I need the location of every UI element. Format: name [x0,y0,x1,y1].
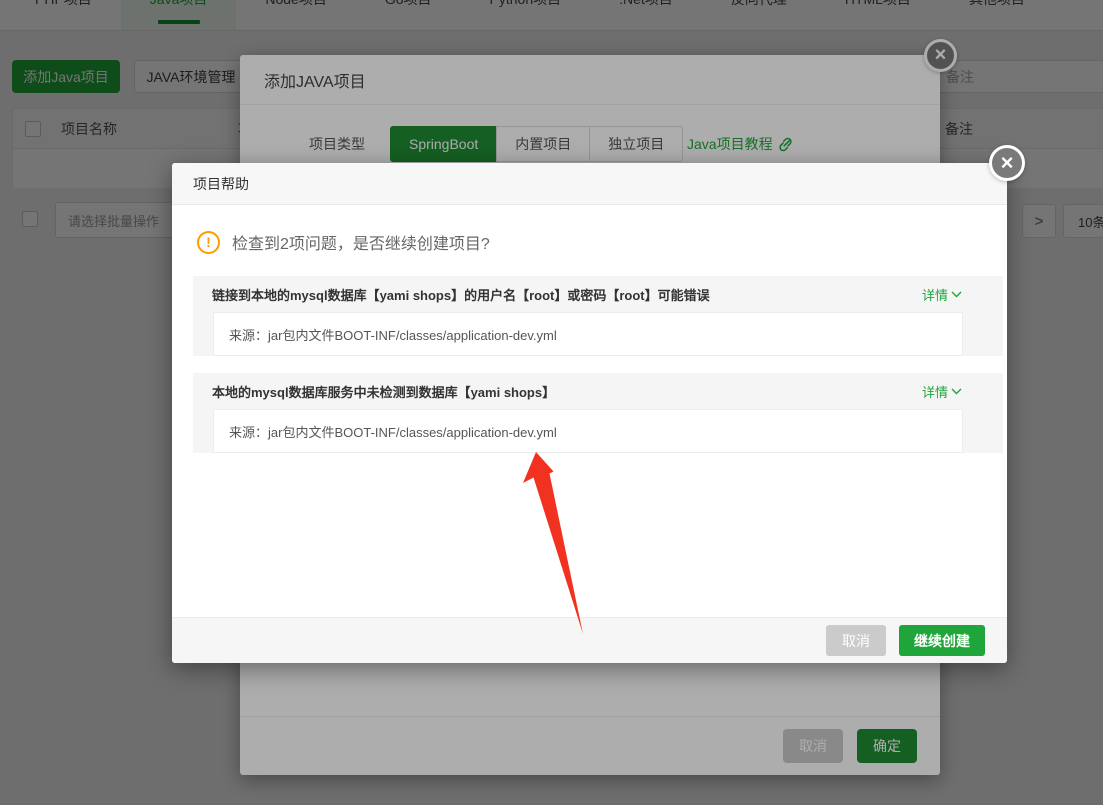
issue-source: 来源：jar包内文件BOOT-INF/classes/application-d… [213,312,963,356]
help-modal-title: 项目帮助 [172,163,1007,205]
warning-icon: ! [197,231,220,254]
detail-toggle-link[interactable]: 详情 [922,285,962,304]
detail-label: 详情 [922,382,948,401]
warning-text: 检查到2项问题，是否继续创建项目? [232,230,490,254]
chevron-down-icon [951,291,962,298]
help-modal-footer: 取消 继续创建 [172,617,1007,663]
detail-label: 详情 [922,285,948,304]
project-help-modal: 项目帮助 × ! 检查到2项问题，是否继续创建项目? 链接到本地的mysql数据… [172,163,1007,663]
detail-toggle-link[interactable]: 详情 [922,382,962,401]
issue-list: 链接到本地的mysql数据库【yami shops】的用户名【root】或密码【… [193,276,1003,453]
close-icon[interactable]: × [989,145,1025,181]
issue-item: 链接到本地的mysql数据库【yami shops】的用户名【root】或密码【… [193,276,1003,356]
issue-source: 来源：jar包内文件BOOT-INF/classes/application-d… [213,409,963,453]
warning-row: ! 检查到2项问题，是否继续创建项目? [197,230,986,254]
issue-title: 链接到本地的mysql数据库【yami shops】的用户名【root】或密码【… [212,285,710,304]
issue-item: 本地的mysql数据库服务中未检测到数据库【yami shops】 详情 来源：… [193,373,1003,453]
continue-create-button[interactable]: 继续创建 [899,625,985,656]
issue-title: 本地的mysql数据库服务中未检测到数据库【yami shops】 [212,382,555,401]
issue-header: 本地的mysql数据库服务中未检测到数据库【yami shops】 详情 [193,373,1003,409]
issue-header: 链接到本地的mysql数据库【yami shops】的用户名【root】或密码【… [193,276,1003,312]
help-cancel-button[interactable]: 取消 [826,625,886,656]
chevron-down-icon [951,388,962,395]
